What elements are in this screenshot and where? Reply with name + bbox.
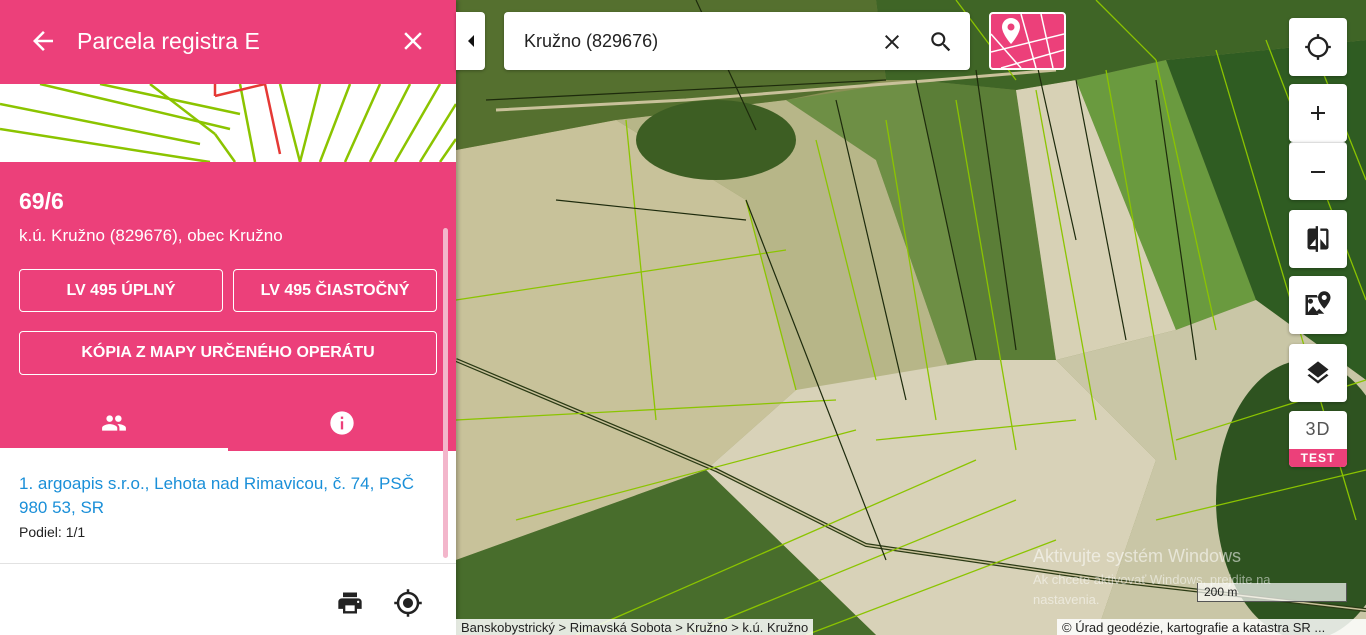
caret-left-icon xyxy=(467,35,474,47)
parcel-number: 69/6 xyxy=(19,188,64,214)
plus-icon xyxy=(1311,106,1325,120)
close-icon[interactable] xyxy=(398,26,428,56)
map-pin-icon xyxy=(1305,291,1331,315)
search-bar xyxy=(504,12,970,70)
3d-label: 3D xyxy=(1305,419,1331,439)
layers-button[interactable] xyxy=(1289,344,1347,402)
panel-collapse-button[interactable] xyxy=(456,12,485,70)
layers-icon xyxy=(1307,361,1329,384)
lv-partial-button[interactable]: LV 495 ČIASTOČNÝ xyxy=(233,269,437,312)
tab-info[interactable] xyxy=(228,394,456,451)
my-location-button[interactable] xyxy=(1289,18,1347,76)
search-input[interactable] xyxy=(522,26,862,56)
windows-watermark-title: Aktivujte systém Windows xyxy=(1033,546,1242,566)
panel-header: Parcela registra E xyxy=(0,0,456,84)
crosshair-icon xyxy=(1305,34,1331,60)
print-icon[interactable] xyxy=(336,589,364,617)
parcel-info-section: 69/6 k.ú. Kružno (829676), obec Kružno L… xyxy=(0,162,456,451)
test-badge: TEST xyxy=(1289,449,1347,467)
compare-button[interactable] xyxy=(1289,210,1347,268)
panel-bottom-actions xyxy=(0,563,456,635)
locate-icon[interactable] xyxy=(393,588,423,618)
search-icon[interactable] xyxy=(928,29,954,55)
panel-scrollbar[interactable] xyxy=(443,228,448,558)
parcel-map-preview xyxy=(0,84,456,162)
clear-icon[interactable] xyxy=(880,30,904,54)
map-aerial-image xyxy=(456,0,1366,635)
compare-icon xyxy=(1307,226,1329,252)
tab-owners[interactable] xyxy=(0,394,228,451)
map-copy-button[interactable]: KÓPIA Z MAPY URČENÉHO OPERÁTU xyxy=(19,331,437,375)
parcel-location: k.ú. Kružno (829676), obec Kružno xyxy=(19,226,283,245)
arrow-back-icon[interactable] xyxy=(28,26,58,56)
people-icon xyxy=(102,414,126,431)
map-view[interactable] xyxy=(456,0,1366,635)
zoom-out-button[interactable] xyxy=(1289,142,1347,200)
cadastre-map-icon xyxy=(991,14,1064,68)
info-icon xyxy=(330,410,354,435)
parcel-panel: Parcela registra E 69/6 k.ú. Kružno (829… xyxy=(0,0,456,635)
lv-full-button[interactable]: LV 495 ÚPLNÝ xyxy=(19,269,223,312)
minus-icon xyxy=(1311,170,1325,173)
3d-button[interactable]: 3D TEST xyxy=(1289,411,1347,467)
parcel-preview-image xyxy=(0,84,456,162)
map-scale: 200 m xyxy=(1197,583,1347,602)
panel-title: Parcela registra E xyxy=(77,28,260,54)
zoom-in-button[interactable] xyxy=(1289,84,1347,142)
owner-link[interactable]: 1. argoapis s.r.o., Lehota nad Rimavicou… xyxy=(19,472,429,520)
tab-active-indicator xyxy=(0,448,228,451)
app-root: Parcela registra E 69/6 k.ú. Kružno (829… xyxy=(0,0,1366,635)
google-maps-button[interactable] xyxy=(1289,276,1347,334)
cadastre-map-button[interactable] xyxy=(989,12,1066,70)
breadcrumb[interactable]: Banskobystrický > Rimavská Sobota > Kruž… xyxy=(456,619,814,635)
map-attribution[interactable]: © Úrad geodézie, kartografie a katastra … xyxy=(1057,619,1366,635)
owner-share: Podiel: 1/1 xyxy=(19,524,86,540)
